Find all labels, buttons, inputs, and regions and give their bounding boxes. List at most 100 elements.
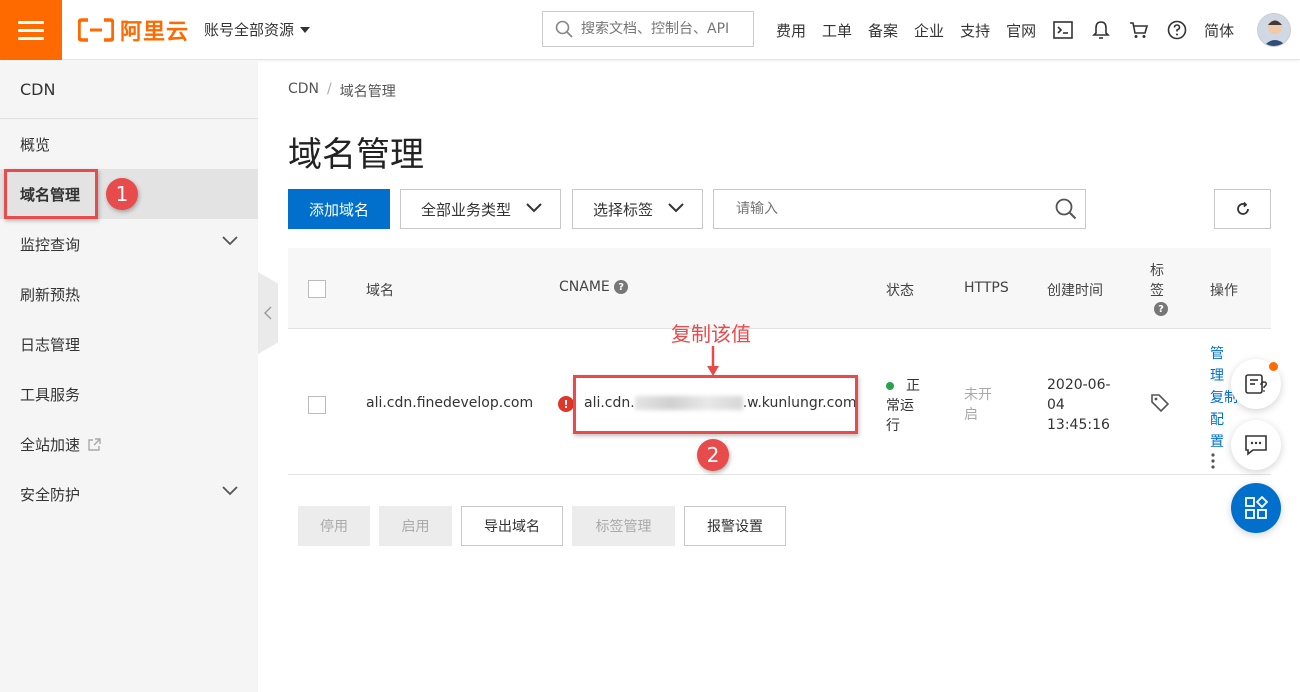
domain-cell: ali.cdn.finedevelop.com bbox=[366, 395, 534, 411]
nav-link-official-site[interactable]: 官网 bbox=[1006, 20, 1036, 41]
sidebar-item-overview[interactable]: 概览 bbox=[0, 119, 258, 169]
help-icon[interactable]: ? bbox=[614, 280, 629, 294]
tag-select-value: 选择标签 bbox=[593, 200, 654, 219]
sidebar-item-logs[interactable]: 日志管理 bbox=[0, 319, 258, 369]
created-line-2: 04 bbox=[1047, 397, 1065, 413]
https-cell: 未开 启 bbox=[964, 385, 992, 425]
sidebar-title: CDN bbox=[0, 61, 258, 119]
select-all-checkbox[interactable] bbox=[308, 280, 326, 298]
bell-icon[interactable] bbox=[1090, 19, 1112, 41]
sidebar-item-security[interactable]: 安全防护 bbox=[0, 469, 258, 519]
nav-link-icp[interactable]: 备案 bbox=[868, 20, 898, 41]
header-cname-label: CNAME bbox=[559, 279, 610, 295]
sidebar-collapse-toggle[interactable] bbox=[258, 272, 278, 354]
menu-icon[interactable] bbox=[0, 0, 62, 60]
row-checkbox[interactable] bbox=[308, 396, 326, 414]
chevron-down-icon bbox=[668, 203, 684, 213]
breadcrumb-item-current: 域名管理 bbox=[339, 84, 396, 100]
annotation-arrow-down-icon bbox=[707, 346, 719, 376]
top-nav-links: 费用 工单 备案 企业 支持 官网 简体 bbox=[776, 19, 1250, 41]
breadcrumb-separator: / bbox=[327, 81, 332, 97]
sidebar-item-refresh-preload[interactable]: 刷新预热 bbox=[0, 269, 258, 319]
more-vertical-icon[interactable] bbox=[1210, 453, 1216, 469]
tag-select[interactable]: 选择标签 bbox=[572, 189, 703, 229]
enable-button[interactable]: 启用 bbox=[379, 506, 452, 546]
warning-icon[interactable]: ! bbox=[558, 396, 574, 412]
sidebar-item-label: 监控查询 bbox=[20, 235, 81, 254]
apps-float-button[interactable] bbox=[1231, 483, 1281, 533]
header-domain: 域名 bbox=[366, 283, 394, 299]
annotation-step-1: 1 bbox=[106, 178, 138, 210]
nav-link-support[interactable]: 支持 bbox=[960, 20, 990, 41]
search-icon[interactable] bbox=[1055, 198, 1077, 220]
nav-link-enterprise[interactable]: 企业 bbox=[914, 20, 944, 41]
chevron-down-icon bbox=[222, 236, 238, 246]
account-resources-dropdown[interactable]: 账号全部资源 bbox=[204, 19, 311, 40]
alert-settings-button[interactable]: 报警设置 bbox=[684, 506, 786, 546]
chevron-left-icon bbox=[264, 306, 272, 320]
sidebar-item-label: 全站加速 bbox=[20, 435, 81, 454]
nav-link-tickets[interactable]: 工单 bbox=[822, 20, 852, 41]
batch-actions: 停用 启用 导出域名 标签管理 报警设置 bbox=[298, 506, 786, 546]
top-navigation-bar: 阿里云 账号全部资源 费用 工单 备案 企业 支持 官网 简体 bbox=[0, 0, 1300, 60]
header-tag-line-1: 标 bbox=[1150, 263, 1164, 279]
sidebar-item-label: 概览 bbox=[20, 135, 51, 154]
chat-float-button[interactable] bbox=[1231, 420, 1281, 470]
header-tag-line-2: 签 bbox=[1150, 283, 1164, 299]
domain-filter[interactable] bbox=[713, 189, 1086, 229]
caret-down-icon bbox=[300, 26, 311, 33]
status-cell: 正 常运 行 bbox=[886, 375, 920, 435]
help-icon[interactable] bbox=[1166, 19, 1188, 41]
annotation-copy-label: 复制该值 bbox=[671, 322, 751, 346]
status-running-dot bbox=[886, 382, 894, 390]
help-icon[interactable]: ? bbox=[1154, 302, 1168, 316]
toolbar: 添加域名 全部业务类型 选择标签 bbox=[288, 189, 1271, 229]
breadcrumb-item-cdn[interactable]: CDN bbox=[288, 81, 319, 101]
annotation-step-2: 2 bbox=[697, 439, 729, 471]
table-header: 域名 CNAME ? 状态 HTTPS 创建时间 标 签 ? 操作 bbox=[288, 248, 1271, 329]
feedback-icon bbox=[1245, 374, 1267, 394]
add-domain-button[interactable]: 添加域名 bbox=[288, 189, 390, 229]
sidebar-item-label: 安全防护 bbox=[20, 485, 81, 504]
language-switch[interactable]: 简体 bbox=[1204, 20, 1234, 41]
page-title: 域名管理 bbox=[288, 135, 424, 175]
refresh-button[interactable] bbox=[1214, 189, 1271, 229]
notification-dot bbox=[1269, 362, 1278, 371]
chat-icon bbox=[1245, 435, 1267, 456]
apps-grid-icon bbox=[1245, 496, 1268, 519]
sidebar-item-tools[interactable]: 工具服务 bbox=[0, 369, 258, 419]
global-search[interactable] bbox=[542, 11, 754, 47]
sidebar-item-label: 工具服务 bbox=[20, 385, 81, 404]
status-line-2: 常运 bbox=[886, 398, 914, 414]
aliyun-logo[interactable]: 阿里云 bbox=[78, 16, 189, 45]
nav-link-billing[interactable]: 费用 bbox=[776, 20, 806, 41]
sidebar: CDN 概览 域名管理 监控查询 刷新预热 日志管理 工具服务 全站加速 安全防… bbox=[0, 61, 258, 692]
created-line-1: 2020-06- bbox=[1047, 377, 1111, 393]
global-search-input[interactable] bbox=[581, 21, 746, 37]
breadcrumb: CDN / 域名管理 bbox=[288, 81, 396, 101]
status-line-3: 行 bbox=[886, 418, 900, 434]
header-cname: CNAME ? bbox=[559, 279, 629, 295]
sidebar-item-label: 刷新预热 bbox=[20, 285, 81, 304]
aliyun-logo-mark-icon bbox=[78, 18, 114, 42]
refresh-icon bbox=[1236, 202, 1249, 215]
header-status: 状态 bbox=[886, 283, 914, 299]
sidebar-item-dcdn[interactable]: 全站加速 bbox=[0, 419, 258, 469]
user-avatar[interactable] bbox=[1257, 13, 1291, 47]
tag-management-button[interactable]: 标签管理 bbox=[572, 506, 675, 546]
account-label: 账号全部资源 bbox=[204, 21, 295, 39]
sidebar-item-monitoring[interactable]: 监控查询 bbox=[0, 219, 258, 269]
created-time-cell: 2020-06- 04 13:45:16 bbox=[1047, 375, 1111, 435]
domain-filter-input[interactable] bbox=[736, 201, 1036, 217]
business-type-select[interactable]: 全部业务类型 bbox=[400, 189, 561, 229]
export-domains-button[interactable]: 导出域名 bbox=[461, 506, 563, 546]
status-line-1: 正 bbox=[906, 378, 920, 394]
tag-icon[interactable] bbox=[1150, 393, 1170, 413]
disable-button[interactable]: 停用 bbox=[298, 506, 370, 546]
annotation-box-cname bbox=[573, 375, 858, 434]
business-type-value: 全部业务类型 bbox=[421, 200, 512, 219]
terminal-icon[interactable] bbox=[1052, 19, 1074, 41]
chevron-down-icon bbox=[222, 486, 238, 496]
cart-icon[interactable] bbox=[1128, 19, 1150, 41]
annotation-box-domain-management bbox=[4, 169, 98, 219]
